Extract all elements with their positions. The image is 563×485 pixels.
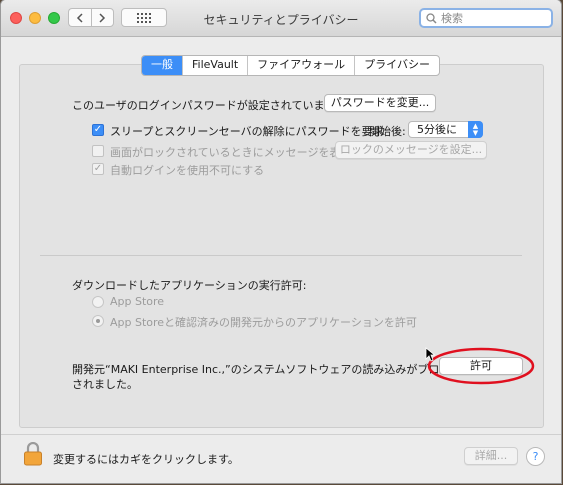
- password-set-text: このユーザのログインパスワードが設定されています: [72, 99, 336, 112]
- option-app-store-identified-label: App Storeと確認済みの開発元からのアプリケーションを許可: [110, 316, 417, 329]
- search-field[interactable]: 検索: [419, 8, 553, 28]
- footer-separator: [1, 434, 561, 435]
- tab-filevault[interactable]: FileVault: [183, 56, 249, 75]
- title-bar: セキュリティとプライバシー 検索: [1, 0, 561, 37]
- tab-firewall[interactable]: ファイアウォール: [248, 56, 356, 75]
- radio-app-store-identified[interactable]: [92, 315, 104, 327]
- tab-privacy[interactable]: プライバシー: [355, 56, 439, 75]
- advanced-button[interactable]: 詳細...: [464, 447, 518, 465]
- search-icon: [426, 12, 437, 24]
- change-password-button[interactable]: パスワードを変更...: [324, 94, 436, 112]
- section-divider: [40, 255, 522, 256]
- search-placeholder: 検索: [441, 12, 463, 25]
- tab-general[interactable]: 一般: [142, 56, 183, 75]
- blocked-message-line2: されました。: [72, 378, 138, 391]
- general-panel: このユーザのログインパスワードが設定されています パスワードを変更... ✓ ス…: [19, 64, 544, 428]
- disable-autologin-checkbox[interactable]: ✓: [92, 163, 104, 175]
- preferences-window: セキュリティとプライバシー 検索 一般 FileVault ファイアウォール プ…: [1, 0, 561, 483]
- help-label: ?: [532, 450, 539, 463]
- popup-stepper-icon: ▲ ▼: [468, 121, 483, 138]
- disable-autologin-label: 自動ログインを使用不可にする: [110, 164, 265, 177]
- start-after-label: 開始後:: [369, 125, 406, 138]
- lock-status-text: 変更するにはカギをクリックします。: [53, 453, 239, 466]
- highlight-ellipse: [427, 347, 535, 385]
- lock-message-checkbox[interactable]: [92, 145, 104, 157]
- radio-app-store[interactable]: [92, 296, 104, 308]
- start-after-value: 5分後に: [417, 123, 457, 136]
- lock-message-label: 画面がロックされているときにメッセージを表示: [110, 146, 352, 159]
- option-app-store-label: App Store: [110, 295, 165, 308]
- blocked-message-line1: 開発元“MAKI Enterprise Inc.,”のシステムソフトウェアの読み…: [72, 363, 462, 376]
- require-password-checkbox[interactable]: ✓: [92, 124, 104, 136]
- require-password-label: スリープとスクリーンセーバの解除にパスワードを要求: [110, 125, 384, 138]
- downloads-heading: ダウンロードしたアプリケーションの実行許可:: [72, 279, 307, 292]
- help-button[interactable]: ?: [526, 447, 545, 466]
- tab-bar: 一般 FileVault ファイアウォール プライバシー: [141, 55, 440, 76]
- mouse-cursor-icon: [425, 347, 435, 362]
- lock-icon[interactable]: [23, 442, 43, 466]
- set-lock-message-button[interactable]: ロックのメッセージを設定...: [335, 141, 487, 159]
- start-after-popup[interactable]: 5分後に ▲ ▼: [408, 121, 483, 138]
